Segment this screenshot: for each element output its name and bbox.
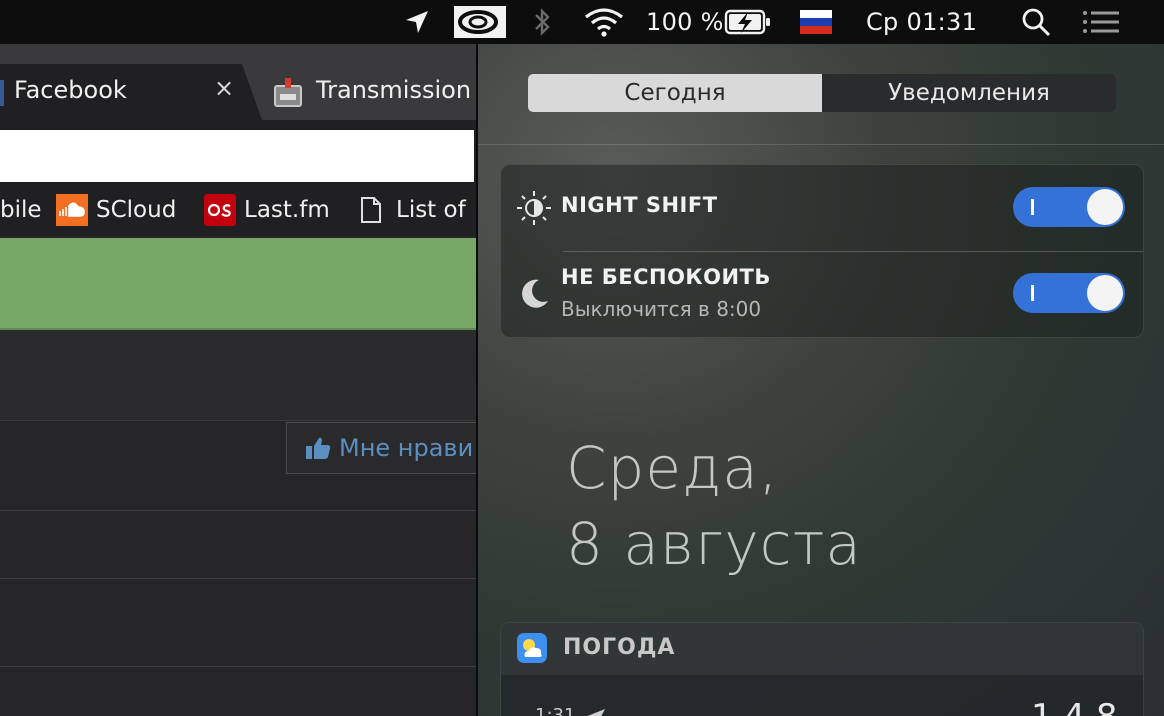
- header-divider: [478, 144, 1164, 145]
- tab-title: Transmission W: [316, 76, 476, 104]
- lastfm-icon: [204, 194, 236, 226]
- night-shift-icon: [517, 191, 551, 225]
- close-tab-icon[interactable]: ×: [214, 74, 234, 102]
- green-banner: [0, 238, 476, 330]
- tab-transmission[interactable]: Transmission W: [258, 64, 476, 120]
- battery-charging-icon[interactable]: [724, 0, 772, 44]
- like-label: Мне нрави: [339, 434, 474, 462]
- row-divider: [0, 578, 476, 579]
- russian-flag-icon[interactable]: [800, 0, 832, 44]
- toggles-widget: NIGHT SHIFT НЕ БЕСПОКОИТЬ Выключится в 8…: [500, 164, 1144, 338]
- bookmark-label: bile: [0, 197, 42, 223]
- thumbs-up-icon: [306, 437, 331, 459]
- transmission-icon: [274, 78, 302, 107]
- battery-percent-text: 100 %: [646, 8, 724, 36]
- battery-percent[interactable]: 100 %: [646, 0, 724, 44]
- weather-temperature: 1 4 8: [1031, 697, 1118, 716]
- bookmark-label: Last.fm: [244, 197, 330, 223]
- menubar-clock[interactable]: Ср 01:31: [866, 0, 977, 44]
- bookmark-lastfm[interactable]: Last.fm: [204, 184, 330, 236]
- segmented-control: Сегодня Уведомления: [528, 74, 1116, 112]
- address-bar-input[interactable]: [0, 130, 474, 182]
- toggle-knob: [1087, 275, 1123, 311]
- weather-time: 1:31: [535, 705, 576, 716]
- moon-icon: [522, 279, 548, 308]
- bookmarks-bar: bile SCloud Last.fm List of: [0, 184, 476, 236]
- night-shift-title: NIGHT SHIFT: [561, 193, 718, 217]
- weather-title: ПОГОДА: [563, 635, 676, 660]
- notification-center-panel: Сегодня Уведомления NIGHT SHIFT НЕ БЕСПО…: [476, 44, 1164, 716]
- bookmark-label: List of: [396, 197, 466, 223]
- menu-bar: 100 % Ср 01:31: [0, 0, 1164, 44]
- segment-notifications[interactable]: Уведомления: [822, 74, 1116, 112]
- facebook-favicon-icon: [0, 80, 4, 106]
- location-arrow-icon: [587, 709, 605, 716]
- row-divider: [0, 666, 476, 667]
- content-panel: [0, 330, 476, 421]
- tab-bar: Facebook × Transmission W: [0, 44, 476, 120]
- weather-widget: ПОГОДА 1:31 1 4 8: [500, 622, 1144, 716]
- bluetooth-icon[interactable]: [532, 0, 554, 44]
- notification-center-icon[interactable]: [1082, 0, 1120, 44]
- clock-text: Ср 01:31: [866, 8, 978, 36]
- card-divider: [563, 251, 1143, 252]
- bookmark-item[interactable]: bile: [0, 184, 42, 236]
- weather-app-icon: [517, 633, 547, 663]
- toggle-knob: [1087, 189, 1123, 225]
- wifi-icon[interactable]: [584, 0, 624, 44]
- browser-window: Facebook × Transmission W bile SCloud: [0, 44, 476, 716]
- segment-today[interactable]: Сегодня: [528, 74, 822, 112]
- do-not-disturb-title: НЕ БЕСПОКОИТЬ: [561, 265, 771, 289]
- like-button[interactable]: Мне нрави: [286, 422, 476, 474]
- spotlight-search-icon[interactable]: [1020, 0, 1052, 44]
- document-icon: [361, 197, 381, 223]
- tab-facebook[interactable]: Facebook ×: [0, 64, 262, 120]
- night-shift-toggle[interactable]: [1013, 187, 1125, 227]
- address-bar-row: [0, 120, 476, 184]
- date-weekday: Среда,: [566, 434, 779, 502]
- row-divider: [0, 510, 476, 511]
- bookmark-soundcloud[interactable]: SCloud: [56, 184, 176, 236]
- soundcloud-icon: [56, 194, 88, 226]
- bookmark-list[interactable]: List of: [360, 184, 466, 236]
- date-day-month: 8 августа: [566, 510, 862, 578]
- weather-header: ПОГОДА: [501, 623, 1143, 675]
- nvidia-icon[interactable]: [454, 0, 506, 44]
- location-arrow-icon[interactable]: [404, 0, 430, 44]
- tab-title: Facebook: [14, 76, 127, 104]
- do-not-disturb-toggle[interactable]: [1013, 273, 1125, 313]
- do-not-disturb-subtitle: Выключится в 8:00: [561, 297, 762, 321]
- bookmark-label: SCloud: [96, 197, 177, 223]
